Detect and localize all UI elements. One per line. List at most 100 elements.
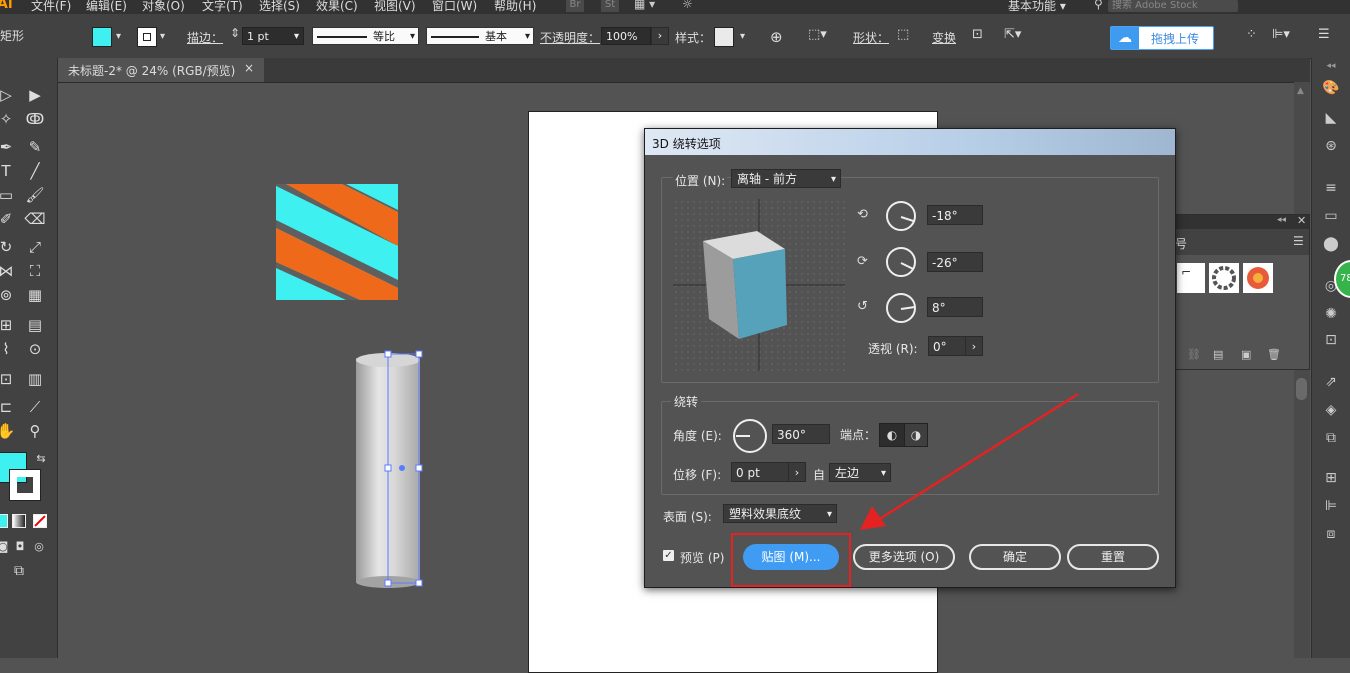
symbols-tab-label[interactable]: 号: [1175, 235, 1187, 252]
surface-select[interactable]: 塑料效果底纹 ▾: [723, 504, 837, 523]
stroke-chevron-icon[interactable]: ▾: [160, 31, 165, 42]
stroke-panel-icon[interactable]: ≡: [1320, 178, 1342, 198]
x-rotation-field[interactable]: -18°: [927, 205, 983, 225]
gradient-panel-icon[interactable]: ▭: [1320, 206, 1342, 226]
scale-tool-icon[interactable]: ⤢: [24, 236, 46, 258]
brush-definition[interactable]: 基本 ▾: [426, 27, 534, 45]
more-options-button[interactable]: 更多选项 (O): [853, 544, 955, 570]
angle-field[interactable]: 360°: [772, 424, 830, 444]
menu-edit[interactable]: 编辑(E): [86, 0, 127, 14]
menu-effect[interactable]: 效果(C): [316, 0, 358, 14]
eraser-tool-icon[interactable]: ⌫: [24, 208, 46, 230]
menu-view[interactable]: 视图(V): [374, 0, 416, 14]
rotation-track-cube[interactable]: [673, 199, 845, 371]
mesh-tool-icon[interactable]: ⊞: [0, 314, 17, 336]
bridge-button[interactable]: Br: [566, 0, 584, 12]
width-tool-icon[interactable]: ⋈: [0, 260, 17, 282]
recolor-artwork-icon[interactable]: ⊕: [770, 28, 783, 46]
panel-layout-icon[interactable]: ⁘: [1246, 27, 1257, 42]
gradient-mode-icon[interactable]: [12, 514, 26, 528]
transform-label[interactable]: 变换: [932, 29, 956, 46]
column-graph-tool-icon[interactable]: ▥: [24, 368, 46, 390]
shaper-tool-icon[interactable]: ✐: [0, 208, 17, 230]
preview-checkbox[interactable]: ✓: [663, 550, 674, 561]
scroll-up-icon[interactable]: ▲: [1297, 86, 1304, 96]
none-mode-icon[interactable]: [33, 514, 47, 528]
curvature-tool-icon[interactable]: ✎: [24, 136, 46, 158]
z-rotation-field[interactable]: 8°: [927, 297, 983, 317]
perspective-grid-tool-icon[interactable]: ▦: [24, 284, 46, 306]
document-tab[interactable]: 未标题-2* @ 24% (RGB/预览) ×: [58, 58, 264, 82]
menu-window[interactable]: 窗口(W): [432, 0, 477, 14]
ok-button[interactable]: 确定: [969, 544, 1061, 570]
variable-width-profile[interactable]: 等比 ▾: [312, 27, 419, 45]
menu-help[interactable]: 帮助(H): [494, 0, 536, 14]
z-rotation-dial[interactable]: [886, 293, 916, 323]
perspective-field[interactable]: 0°: [928, 336, 966, 356]
transparency-panel-icon[interactable]: ⬤: [1320, 234, 1342, 254]
swap-fill-stroke-icon[interactable]: ⇆: [30, 448, 52, 470]
workspace-switcher[interactable]: 基本功能 ▾: [1008, 0, 1066, 14]
hand-tool-icon[interactable]: ✋: [0, 420, 17, 442]
shape-builder-tool-icon[interactable]: ⊚: [0, 284, 17, 306]
line-tool-icon[interactable]: ╱: [24, 160, 46, 182]
color-guide-icon[interactable]: ◣: [1320, 108, 1342, 128]
close-panel-icon[interactable]: ✕: [1297, 214, 1306, 227]
screen-mode-icon[interactable]: ⧉: [8, 560, 30, 582]
rectangle-tool-icon[interactable]: ▭: [0, 184, 17, 206]
artboards-panel-icon[interactable]: ⧉: [1320, 428, 1342, 448]
dialog-titlebar[interactable]: 3D 绕转选项: [645, 129, 1175, 155]
blend-tool-icon[interactable]: ⊙: [24, 338, 46, 360]
align-panel-icon[interactable]: ⊫: [1320, 496, 1342, 516]
stroke-color-box[interactable]: [9, 469, 41, 501]
lasso-tool-icon[interactable]: ↂ: [24, 108, 46, 130]
color-panel-icon[interactable]: 🎨: [1320, 78, 1342, 98]
align-icon[interactable]: ⊫▾: [1272, 27, 1290, 42]
artboard-tool-icon[interactable]: ⊏: [0, 396, 17, 418]
type-tool-icon[interactable]: T: [0, 160, 17, 182]
pen-tool-icon[interactable]: ✒: [0, 136, 17, 158]
paintbrush-tool-icon[interactable]: 🖌: [24, 184, 46, 206]
rotate-tool-icon[interactable]: ↻: [0, 236, 17, 258]
scroll-thumb[interactable]: [1296, 378, 1307, 400]
stock-search-input[interactable]: 搜索 Adobe Stock: [1108, 0, 1238, 12]
delete-symbol-icon[interactable]: 🗑: [1267, 348, 1281, 361]
vertical-scrollbar[interactable]: ▲: [1294, 82, 1310, 658]
revolve-angle-dial[interactable]: [733, 419, 767, 453]
zoom-tool-icon[interactable]: ⚲: [24, 420, 46, 442]
collapse-icon[interactable]: ◂◂: [1277, 215, 1286, 225]
symbol-options-icon[interactable]: ▤: [1213, 348, 1223, 361]
slice-tool-icon[interactable]: ⟋: [24, 396, 46, 418]
offset-slider-button[interactable]: ›: [788, 462, 806, 482]
y-rotation-field[interactable]: -26°: [927, 252, 983, 272]
fill-chevron-icon[interactable]: ▾: [116, 31, 121, 42]
cylinder-object[interactable]: [354, 348, 426, 590]
color-mode-icon[interactable]: [0, 514, 8, 528]
export-panel-icon[interactable]: ⇗: [1320, 372, 1342, 392]
pathfinder-panel-icon[interactable]: ⧈: [1320, 524, 1342, 544]
style-chevron-icon[interactable]: ▾: [740, 31, 745, 42]
symbol-swatch[interactable]: [1209, 263, 1239, 293]
close-tab-icon[interactable]: ×: [244, 61, 254, 75]
menu-object[interactable]: 对象(O): [142, 0, 185, 14]
position-select[interactable]: 离轴 - 前方 ▾: [731, 169, 841, 188]
brushes-panel-icon[interactable]: ⊡: [1320, 330, 1342, 350]
collapse-panels-icon[interactable]: ◂◂: [1320, 56, 1342, 76]
menu-type[interactable]: 文字(T): [202, 0, 243, 14]
reset-button[interactable]: 重置: [1067, 544, 1159, 570]
gradient-tool-icon[interactable]: ▤: [24, 314, 46, 336]
new-symbol-icon[interactable]: ▣: [1241, 348, 1251, 361]
symbols-panel-icon[interactable]: ✺: [1320, 304, 1342, 324]
direct-selection-tool-icon[interactable]: ▶: [24, 84, 46, 106]
align-to-icon[interactable]: ⬚▾: [808, 27, 827, 42]
stroke-weight-field[interactable]: 1 pt ▾: [242, 27, 304, 45]
fill-swatch[interactable]: [92, 27, 112, 47]
transform-icon[interactable]: ⊡: [972, 27, 983, 42]
selection-tool-icon[interactable]: ▷: [0, 84, 17, 106]
layers-panel-icon[interactable]: ◈: [1320, 400, 1342, 420]
stroke-swatch[interactable]: [137, 27, 157, 47]
isolate-icon[interactable]: ⇱▾: [1004, 27, 1021, 42]
perspective-slider-button[interactable]: ›: [965, 336, 983, 356]
panel-menu-icon[interactable]: ☰: [1293, 234, 1304, 248]
free-transform-tool-icon[interactable]: ⛶: [24, 260, 46, 282]
